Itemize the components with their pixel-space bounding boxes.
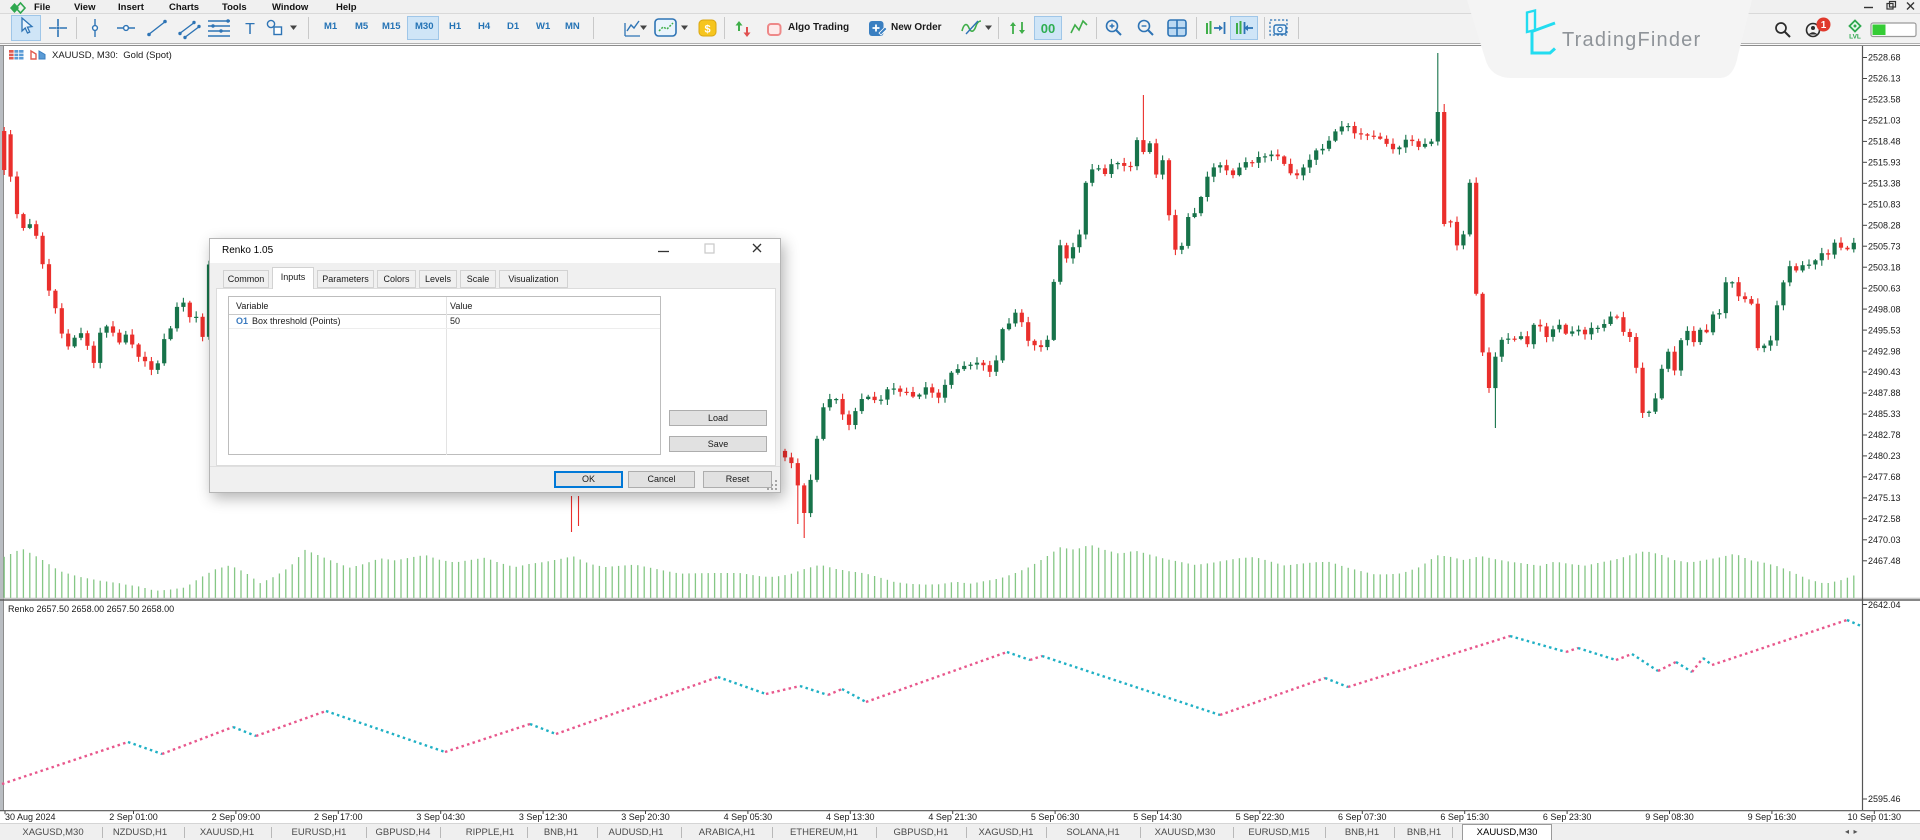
svg-text:2 Sep 01:00: 2 Sep 01:00: [109, 812, 158, 822]
svg-text:2528.68: 2528.68: [1868, 53, 1901, 63]
svg-text:6 Sep 07:30: 6 Sep 07:30: [1338, 812, 1387, 822]
svg-text:6 Sep 23:30: 6 Sep 23:30: [1543, 812, 1592, 822]
svg-text:2503.18: 2503.18: [1868, 262, 1901, 272]
svg-text:2505.73: 2505.73: [1868, 241, 1901, 251]
svg-text:2495.53: 2495.53: [1868, 325, 1901, 335]
svg-text:3 Sep 12:30: 3 Sep 12:30: [519, 812, 568, 822]
svg-text:5 Sep 14:30: 5 Sep 14:30: [1133, 812, 1182, 822]
svg-text:4 Sep 13:30: 4 Sep 13:30: [826, 812, 875, 822]
svg-text:2475.13: 2475.13: [1868, 493, 1901, 503]
svg-text:2515.93: 2515.93: [1868, 158, 1901, 168]
svg-text:2513.38: 2513.38: [1868, 179, 1901, 189]
svg-text:2482.78: 2482.78: [1868, 430, 1901, 440]
svg-text:2492.98: 2492.98: [1868, 346, 1901, 356]
svg-text:5 Sep 22:30: 5 Sep 22:30: [1236, 812, 1285, 822]
svg-text:2480.23: 2480.23: [1868, 451, 1901, 461]
svg-text:2 Sep 17:00: 2 Sep 17:00: [314, 812, 363, 822]
svg-text:2 Sep 09:00: 2 Sep 09:00: [212, 812, 261, 822]
svg-text:3 Sep 04:30: 3 Sep 04:30: [416, 812, 465, 822]
svg-text:30 Aug 2024: 30 Aug 2024: [5, 812, 56, 822]
svg-text:2523.58: 2523.58: [1868, 95, 1901, 105]
svg-text:2510.83: 2510.83: [1868, 200, 1901, 210]
svg-text:2467.48: 2467.48: [1868, 556, 1901, 566]
svg-text:2470.03: 2470.03: [1868, 535, 1901, 545]
svg-text:2642.04: 2642.04: [1868, 600, 1901, 610]
svg-text:2500.63: 2500.63: [1868, 283, 1901, 293]
svg-text:2508.28: 2508.28: [1868, 221, 1901, 231]
svg-text:5 Sep 06:30: 5 Sep 06:30: [1031, 812, 1080, 822]
svg-text:2477.68: 2477.68: [1868, 472, 1901, 482]
svg-text:2490.43: 2490.43: [1868, 367, 1901, 377]
svg-text:Renko 2657.50 2658.00 2657.50: Renko 2657.50 2658.00 2657.50 2658.00: [8, 604, 174, 614]
svg-text:4 Sep 21:30: 4 Sep 21:30: [928, 812, 977, 822]
svg-text:6 Sep 15:30: 6 Sep 15:30: [1440, 812, 1489, 822]
svg-text:2518.48: 2518.48: [1868, 137, 1901, 147]
svg-text:2498.08: 2498.08: [1868, 304, 1901, 314]
svg-text:LVL: LVL: [1849, 34, 1861, 41]
svg-text:2521.03: 2521.03: [1868, 116, 1901, 126]
svg-text:4 Sep 05:30: 4 Sep 05:30: [724, 812, 773, 822]
svg-text:2472.58: 2472.58: [1868, 514, 1901, 524]
svg-text:2487.88: 2487.88: [1868, 388, 1901, 398]
svg-text:2485.33: 2485.33: [1868, 409, 1901, 419]
svg-text:1: 1: [1821, 20, 1827, 31]
svg-text:2526.13: 2526.13: [1868, 74, 1901, 84]
svg-text:9 Sep 16:30: 9 Sep 16:30: [1748, 812, 1797, 822]
svg-text:2595.46: 2595.46: [1868, 794, 1901, 804]
svg-text:3 Sep 20:30: 3 Sep 20:30: [621, 812, 670, 822]
svg-text:10 Sep 01:30: 10 Sep 01:30: [1848, 812, 1902, 822]
svg-text:9 Sep 08:30: 9 Sep 08:30: [1645, 812, 1694, 822]
